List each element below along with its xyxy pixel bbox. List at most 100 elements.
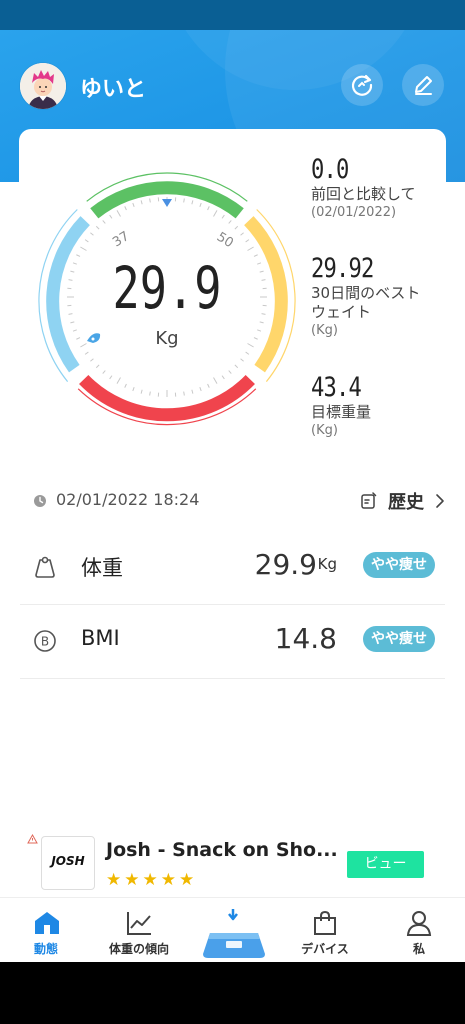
gauge-tick-low: 37 xyxy=(110,229,132,250)
stat-target-weight: 43.4 目標重量 (Kg) xyxy=(311,372,372,440)
ad-banner[interactable]: JOSH Josh - Snack on Sho... ★★★★★ ビュー xyxy=(0,822,465,896)
gauge-tick xyxy=(90,232,94,236)
stat-vs-previous-value: 0.0 xyxy=(311,154,349,185)
gauge-tick xyxy=(149,198,151,203)
gauge-tick xyxy=(72,262,77,265)
gauge-tick xyxy=(132,202,135,207)
stat-vs-previous-label: 前回と比較して xyxy=(311,185,416,203)
gauge-tick xyxy=(70,321,75,324)
gauge-tick xyxy=(124,383,127,388)
ad-warning-icon xyxy=(27,834,38,844)
gauge-tick xyxy=(247,343,254,348)
gauge-tick xyxy=(207,206,210,211)
gauge-tick xyxy=(102,220,106,224)
tab-weigh-scale[interactable] xyxy=(192,898,272,963)
history-label: 歴史 xyxy=(388,492,424,513)
gauge-tick xyxy=(95,364,100,369)
gauge-tick-high: 50 xyxy=(214,230,236,251)
bottom-tab-bar: 動態 体重の傾向 デバイス 私 xyxy=(0,897,465,963)
weight-gauge: 37 50 29.9 Kg xyxy=(38,172,296,426)
gauge-tick xyxy=(116,210,121,217)
user-icon xyxy=(406,911,432,936)
weight-row-value: 29.9 xyxy=(254,548,317,581)
gauge-tick xyxy=(257,262,262,265)
history-link[interactable]: 歴史 xyxy=(360,488,450,514)
gauge-tick xyxy=(199,387,202,392)
tab-weight-trend-label: 体重の傾向 xyxy=(108,942,169,956)
weight-status-badge: やや痩せ xyxy=(363,552,435,578)
ad-rating-stars: ★★★★★ xyxy=(106,870,198,890)
gauge-tick xyxy=(124,206,127,211)
trend-chart-icon xyxy=(127,912,151,935)
avatar[interactable] xyxy=(20,63,66,109)
clock-icon xyxy=(34,495,46,507)
gauge-tick xyxy=(221,375,225,380)
tab-activity[interactable]: 動態 xyxy=(6,898,86,963)
gauge-tick xyxy=(245,351,250,355)
gauge-tick xyxy=(183,391,185,396)
gauge-tick xyxy=(72,329,77,332)
bmi-status-badge: やや痩せ xyxy=(363,626,435,652)
status-bar xyxy=(0,0,465,30)
gauge-tick xyxy=(247,246,254,251)
stat-target-weight-value: 43.4 xyxy=(311,372,362,403)
gauge-tick xyxy=(228,220,232,224)
gauge-tick xyxy=(240,358,244,362)
gauge-tick xyxy=(253,337,258,340)
tab-devices-label: デバイス xyxy=(301,942,349,956)
gauge-tick xyxy=(228,370,232,374)
gauge-tick xyxy=(140,389,143,394)
gauge-tick xyxy=(213,377,218,384)
scale-icon xyxy=(203,909,265,958)
ad-logo-text: JOSH xyxy=(51,854,85,868)
avatar-illustration xyxy=(20,63,66,109)
refresh-icon xyxy=(351,74,373,96)
tab-me-label: 私 xyxy=(412,942,425,956)
gauge-tick xyxy=(116,377,121,384)
edit-button[interactable] xyxy=(402,64,444,106)
stat-30day-best-label-1: 30日間のベスト xyxy=(311,284,421,302)
bmi-row-value: 14.8 xyxy=(274,622,337,655)
gauge-tick xyxy=(234,364,239,369)
stat-30day-best-label-2: ウェイト xyxy=(311,303,372,321)
gauge-tick xyxy=(199,202,202,207)
gauge-tick xyxy=(191,200,194,205)
gauge-tick xyxy=(84,351,89,355)
weight-icon xyxy=(35,556,55,578)
sync-button[interactable] xyxy=(341,64,383,106)
gauge-tick xyxy=(90,358,94,362)
ad-logo: JOSH xyxy=(41,836,95,890)
gauge-tick xyxy=(70,270,75,273)
gauge-tick xyxy=(95,225,100,230)
gauge-tick xyxy=(261,313,266,315)
username: ゆいと xyxy=(80,77,147,102)
ad-view-button[interactable]: ビュー xyxy=(347,851,424,878)
tab-activity-label: 動態 xyxy=(33,942,58,956)
weight-row-label: 体重 xyxy=(81,556,123,580)
tab-me[interactable]: 私 xyxy=(379,898,459,963)
tab-weight-trend[interactable]: 体重の傾向 xyxy=(99,898,179,963)
gauge-tick xyxy=(257,329,262,332)
gauge-tick xyxy=(102,370,106,374)
gauge-tick xyxy=(109,214,113,219)
bmi-row-label: BMI xyxy=(81,626,120,650)
stat-target-weight-unit: (Kg) xyxy=(311,423,338,438)
home-icon xyxy=(35,912,59,934)
chevron-right-icon xyxy=(436,494,444,508)
gauge-value: 29.9 xyxy=(113,256,222,323)
gauge-tick xyxy=(207,383,210,388)
stat-30day-best-value: 29.92 xyxy=(311,253,374,284)
gauge-tick xyxy=(253,254,258,257)
gauge-tick xyxy=(234,225,239,230)
gauge-tick xyxy=(140,200,143,205)
gauge-tick xyxy=(132,387,135,392)
stat-30day-best: 29.92 30日間のベスト ウェイト (Kg) xyxy=(311,253,420,340)
gauge-tick xyxy=(259,270,264,273)
stat-target-weight-label: 目標重量 xyxy=(311,403,372,421)
gauge-tick xyxy=(259,321,264,324)
pencil-icon xyxy=(415,76,432,95)
gauge-tick xyxy=(68,279,73,281)
bmi-row[interactable]: B BMI 14.8 やや痩せ xyxy=(20,604,445,679)
weight-row[interactable]: 体重 29.9 Kg やや痩せ xyxy=(20,530,445,605)
tab-devices[interactable]: デバイス xyxy=(285,898,365,963)
